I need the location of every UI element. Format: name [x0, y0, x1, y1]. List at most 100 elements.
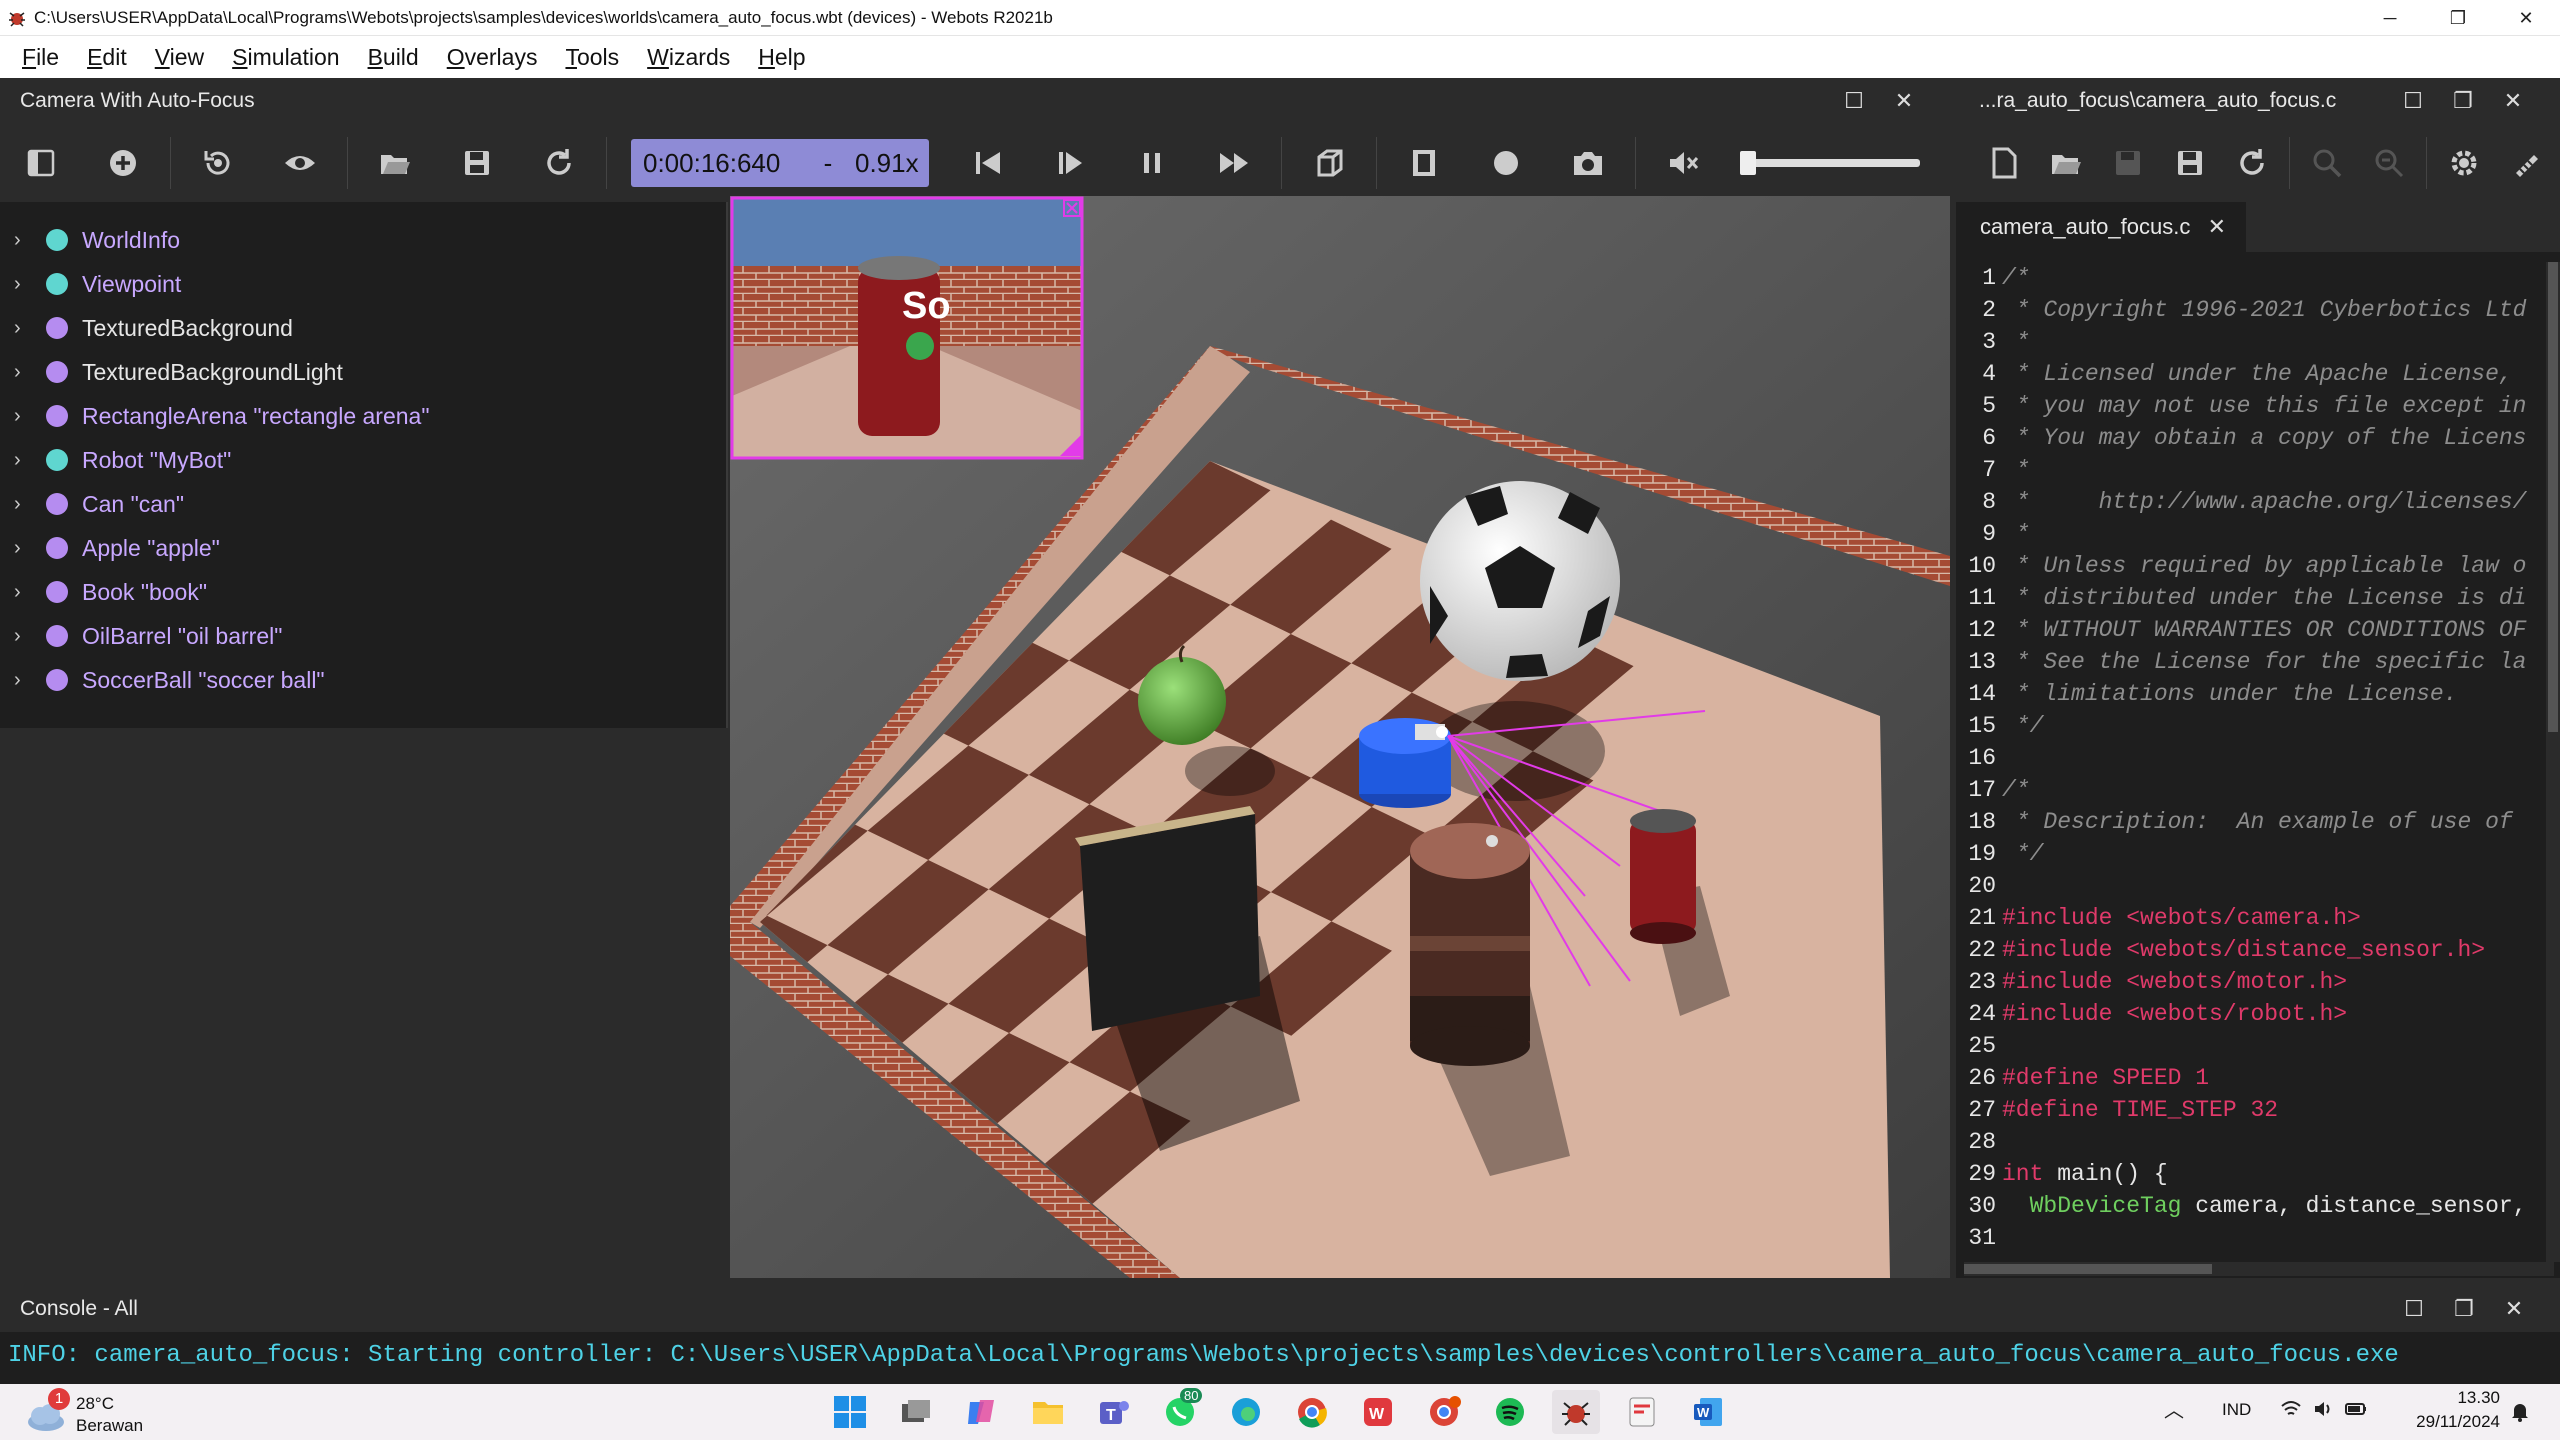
code-line[interactable]: 16	[1956, 742, 2560, 774]
3d-viewport[interactable]: So	[730, 196, 1950, 1278]
code-line[interactable]: 8 * http://www.apache.org/licenses/	[1956, 486, 2560, 518]
code-line[interactable]: 13 * See the License for the specific la	[1956, 646, 2560, 678]
taskbar-whatsapp[interactable]: 80	[1156, 1388, 1204, 1434]
maximize-button[interactable]: ❐	[2424, 0, 2492, 36]
code-line[interactable]: 31	[1956, 1222, 2560, 1254]
save-as-button[interactable]	[2161, 134, 2219, 192]
volume-slider-knob[interactable]	[1740, 151, 1756, 175]
tree-item-texturedbackground[interactable]: › TexturedBackground	[0, 306, 726, 350]
code-line[interactable]: 6 * You may obtain a copy of the Licens	[1956, 422, 2560, 454]
close-button[interactable]: ✕	[2492, 0, 2560, 36]
code-line[interactable]: 24 #include <webots/robot.h>	[1956, 998, 2560, 1030]
chevron-right-icon[interactable]: ›	[14, 449, 34, 472]
tree-item-can[interactable]: › Can "can"	[0, 482, 726, 526]
scene-panel-maximize-icon[interactable]: ☐	[1834, 78, 1874, 124]
chevron-right-icon[interactable]: ›	[14, 229, 34, 252]
menu-build[interactable]: Build	[354, 36, 433, 78]
tree-item-texturedbackgroundlight[interactable]: › TexturedBackgroundLight	[0, 350, 726, 394]
mute-button[interactable]	[1654, 134, 1712, 192]
find-button[interactable]	[2298, 134, 2356, 192]
save-file-button[interactable]	[2099, 134, 2157, 192]
new-file-button[interactable]	[1975, 134, 2033, 192]
code-line[interactable]: 29 int main() {	[1956, 1158, 2560, 1190]
code-line[interactable]: 25	[1956, 1030, 2560, 1062]
restore-viewpoint-button[interactable]	[189, 134, 247, 192]
make-movie-button[interactable]	[1395, 134, 1453, 192]
menu-tools[interactable]: Tools	[551, 36, 633, 78]
menu-help[interactable]: Help	[744, 36, 819, 78]
code-line[interactable]: 20	[1956, 870, 2560, 902]
start-button[interactable]	[826, 1390, 874, 1434]
chevron-right-icon[interactable]: ›	[14, 317, 34, 340]
tree-item-oilbarrel[interactable]: › OilBarrel "oil barrel"	[0, 614, 726, 658]
menu-overlays[interactable]: Overlays	[433, 36, 552, 78]
revert-button[interactable]	[2223, 134, 2281, 192]
code-line[interactable]: 4 * Licensed under the Apache License,	[1956, 358, 2560, 390]
chevron-right-icon[interactable]: ›	[14, 405, 34, 428]
scrollbar-thumb[interactable]	[2548, 262, 2558, 732]
tree-item-soccerball[interactable]: › SoccerBall "soccer ball"	[0, 658, 726, 702]
weather-widget[interactable]: 1 28°C Berawan	[20, 1388, 180, 1436]
menu-view[interactable]: View	[141, 36, 218, 78]
code-line[interactable]: 9 *	[1956, 518, 2560, 550]
record-button[interactable]	[1477, 134, 1535, 192]
code-line[interactable]: 1/*	[1956, 262, 2560, 294]
console-maximize-icon[interactable]: ☐	[2394, 1286, 2434, 1332]
chevron-right-icon[interactable]: ›	[14, 537, 34, 560]
tree-item-book[interactable]: › Book "book"	[0, 570, 726, 614]
fast-forward-button[interactable]	[1205, 134, 1263, 192]
code-line[interactable]: 28	[1956, 1126, 2560, 1158]
tree-item-rectanglearena[interactable]: › RectangleArena "rectangle arena"	[0, 394, 726, 438]
tray-status-icons[interactable]	[2280, 1398, 2368, 1420]
tab-camera-auto-focus[interactable]: camera_auto_focus.c ✕	[1956, 202, 2246, 252]
taskbar-webots[interactable]	[1552, 1390, 1600, 1434]
camera-overlay[interactable]: So	[730, 196, 1084, 460]
tray-clock[interactable]: 13.30 29/11/2024	[2400, 1388, 2500, 1432]
console-float-icon[interactable]: ❐	[2444, 1286, 2484, 1332]
taskbar-chrome-profile[interactable]	[1420, 1390, 1468, 1434]
tree-item-apple[interactable]: › Apple "apple"	[0, 526, 726, 570]
chevron-right-icon[interactable]: ›	[14, 625, 34, 648]
taskbar-edge[interactable]	[1222, 1390, 1270, 1434]
notification-bell-icon[interactable]	[2508, 1400, 2532, 1424]
code-line[interactable]: 3 *	[1956, 326, 2560, 358]
minimize-button[interactable]: ─	[2356, 0, 2424, 36]
code-line[interactable]: 14 * limitations under the License.	[1956, 678, 2560, 710]
open-world-button[interactable]	[366, 134, 424, 192]
taskbar-chrome[interactable]	[1288, 1390, 1336, 1434]
code-line[interactable]: 7 *	[1956, 454, 2560, 486]
code-line[interactable]: 2 * Copyright 1996-2021 Cyberbotics Ltd	[1956, 294, 2560, 326]
code-area[interactable]: 1/* 2 * Copyright 1996-2021 Cyberbotics L…	[1956, 262, 2560, 1254]
code-line[interactable]: 21 #include <webots/camera.h>	[1956, 902, 2560, 934]
scene-panel-close-icon[interactable]: ✕	[1884, 78, 1924, 124]
3d-scene[interactable]: So	[730, 196, 1950, 1278]
build-button[interactable]	[2435, 134, 2493, 192]
tree-item-viewpoint[interactable]: › Viewpoint	[0, 262, 726, 306]
code-line[interactable]: 23 #include <webots/motor.h>	[1956, 966, 2560, 998]
taskbar-file-explorer[interactable]	[1024, 1390, 1072, 1434]
reload-world-button[interactable]	[530, 134, 588, 192]
tree-item-robot[interactable]: › Robot "MyBot"	[0, 438, 726, 482]
chevron-right-icon[interactable]: ›	[14, 669, 34, 692]
taskbar-task-view[interactable]	[892, 1390, 940, 1434]
code-line[interactable]: 12 * WITHOUT WARRANTIES OR CONDITIONS OF	[1956, 614, 2560, 646]
reset-simulation-button[interactable]	[959, 134, 1017, 192]
code-line[interactable]: 22 #include <webots/distance_sensor.h>	[1956, 934, 2560, 966]
screenshot-button[interactable]	[1559, 134, 1617, 192]
code-line[interactable]: 10 * Unless required by applicable law o	[1956, 550, 2560, 582]
code-line[interactable]: 19 */	[1956, 838, 2560, 870]
code-line[interactable]: 11 * distributed under the License is di	[1956, 582, 2560, 614]
view-options-button[interactable]	[271, 134, 329, 192]
chevron-right-icon[interactable]: ›	[14, 273, 34, 296]
code-line[interactable]: 5 * you may not use this file except in	[1956, 390, 2560, 422]
tray-chevron-up-icon[interactable]: ︿	[2164, 1394, 2184, 1423]
tray-language[interactable]: IND	[2222, 1400, 2251, 1420]
menu-file[interactable]: File	[8, 36, 73, 78]
chevron-right-icon[interactable]: ›	[14, 581, 34, 604]
code-line[interactable]: 17/*	[1956, 774, 2560, 806]
taskbar-spotify[interactable]	[1486, 1390, 1534, 1434]
editor-panel-maximize-icon[interactable]: ☐	[2393, 78, 2433, 124]
add-node-button[interactable]	[94, 134, 152, 192]
scrollbar-thumb[interactable]	[1964, 1264, 2212, 1274]
editor-panel-float-icon[interactable]: ❐	[2443, 78, 2483, 124]
